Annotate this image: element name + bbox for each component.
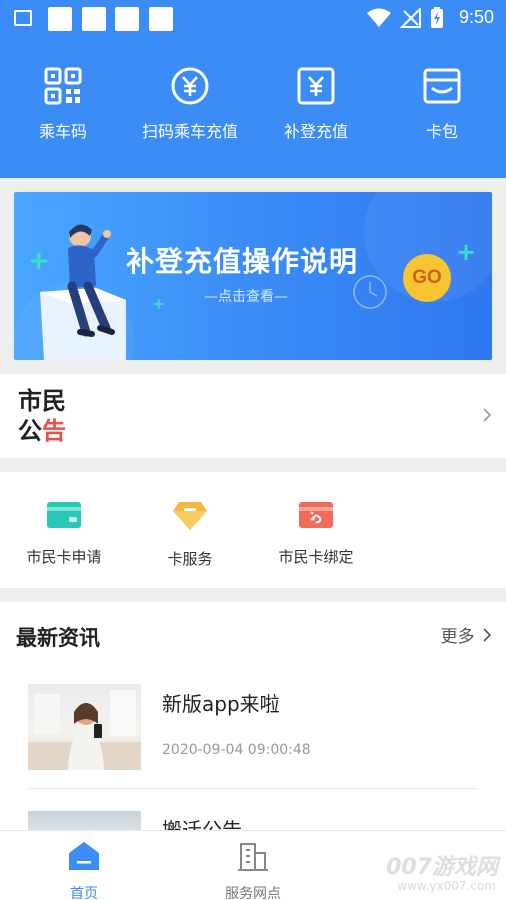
news-item-time: 2020-09-04 09:00:48 — [162, 742, 311, 758]
supplement-recharge-button[interactable]: 补登充值 — [256, 66, 376, 156]
scan-recharge-label: 扫码乘车充值 — [141, 122, 238, 141]
yen-circle-icon — [171, 67, 209, 105]
signal-icon — [400, 8, 421, 28]
chevron-right-icon — [483, 408, 492, 422]
plus-decoration-icon: + — [456, 238, 477, 266]
wifi-icon — [367, 8, 391, 27]
status-bar: 9:50 — [0, 0, 506, 36]
card-wallet-icon — [423, 68, 461, 104]
card-service-button[interactable]: 卡服务 — [140, 502, 240, 572]
battery-icon — [431, 7, 443, 28]
watermark: 007游戏网 — [386, 855, 498, 880]
notification-icon — [149, 7, 173, 31]
diamond-service-icon — [173, 502, 207, 530]
divider — [28, 788, 478, 789]
card-bind-label: 市民卡绑定 — [278, 548, 354, 566]
news-item-title[interactable]: 新版app来啦 — [162, 688, 280, 717]
card-apply-button[interactable]: 市民卡申请 — [14, 502, 114, 572]
card-apply-label: 市民卡申请 — [26, 548, 102, 566]
watermark-url: www.yx007.com — [397, 879, 496, 893]
plus-decoration-icon: + — [28, 246, 50, 276]
news-item-title[interactable]: 搬迁公告 — [162, 814, 242, 830]
go-button[interactable]: GO — [403, 254, 451, 302]
tab-service-outlets[interactable]: 服务网点 — [203, 841, 303, 900]
notification-icon — [82, 7, 106, 31]
more-news-link[interactable]: 更多 — [441, 622, 492, 647]
notice-title: 市民 公告 — [18, 386, 78, 446]
bottom-nav: 首页 服务网点 007游戏网 www.yx007.com — [0, 830, 506, 900]
scan-recharge-button[interactable]: 扫码乘车充值 — [130, 66, 250, 156]
services-section: 市民卡申请 卡服务 市民卡绑定 — [0, 472, 506, 588]
card-wallet-button[interactable]: 卡包 — [382, 66, 502, 156]
supplement-recharge-label: 补登充值 — [283, 122, 348, 141]
ride-code-label: 乘车码 — [38, 122, 87, 141]
card-bind-button[interactable]: 市民卡绑定 — [266, 502, 366, 572]
banner-subtitle: —点击查看— — [204, 289, 288, 305]
clock: 9:50 — [458, 7, 494, 27]
tab-home-label: 首页 — [70, 886, 98, 900]
gallery-icon — [14, 10, 32, 26]
chevron-right-icon — [483, 628, 492, 642]
card-bind-icon — [299, 502, 333, 528]
news-thumbnail[interactable] — [28, 811, 141, 830]
news-thumbnail[interactable] — [28, 684, 141, 770]
recharge-guide-banner[interactable]: + + + 补登充值操作说明 —点击查看— GO — [14, 192, 492, 360]
more-news-label: 更多 — [440, 627, 475, 647]
citizen-notice[interactable]: 市民 公告 — [0, 374, 506, 458]
notification-icon — [48, 7, 72, 31]
card-service-label: 卡服务 — [167, 550, 213, 568]
card-apply-icon — [47, 502, 81, 528]
news-section: 最新资讯 更多 新版app来啦 2020-09-04 09:00:48 搬迁公告 — [0, 602, 506, 830]
plus-decoration-icon: + — [152, 294, 166, 313]
ride-code-button[interactable]: 乘车码 — [3, 66, 123, 156]
notice-title-accent: 告 — [42, 417, 66, 445]
qr-code-icon — [44, 67, 82, 105]
card-wallet-label: 卡包 — [425, 122, 458, 141]
tab-service-outlets-label: 服务网点 — [225, 886, 281, 900]
news-heading: 最新资讯 — [16, 626, 100, 650]
building-icon — [238, 843, 268, 871]
notice-title-line1: 市民 — [18, 387, 66, 415]
yen-square-icon — [297, 67, 335, 105]
notice-title-line2: 公 — [18, 417, 42, 445]
tab-home[interactable]: 首页 — [34, 841, 134, 900]
news-thumbnail-image — [28, 690, 141, 770]
header: 9:50 乘车码 扫码乘车充值 补登充值 卡包 — [0, 0, 506, 178]
banner-title: 补登充值操作说明 — [126, 245, 359, 278]
home-icon — [69, 842, 99, 870]
notification-icon — [115, 7, 139, 31]
